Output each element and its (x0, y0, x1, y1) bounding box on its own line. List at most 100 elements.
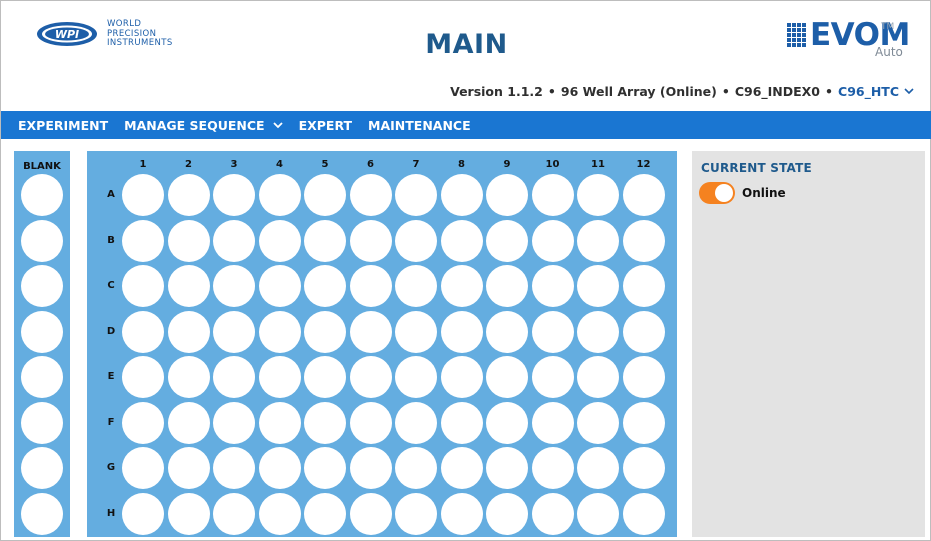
blank-well-F[interactable] (21, 401, 63, 444)
well-F4[interactable] (258, 401, 301, 444)
nav-expert[interactable]: EXPERT (299, 118, 352, 133)
well-C9[interactable] (486, 265, 528, 307)
well-B7[interactable] (395, 219, 437, 262)
well-B5[interactable] (304, 219, 346, 262)
well-H8[interactable] (440, 492, 483, 535)
well-E7[interactable] (395, 356, 437, 398)
well-H6[interactable] (349, 492, 392, 535)
well-A7[interactable] (395, 174, 437, 216)
well-B4[interactable] (258, 219, 301, 262)
well-F1[interactable] (122, 401, 164, 444)
blank-well-B[interactable] (21, 219, 63, 262)
well-D12[interactable] (622, 310, 665, 353)
well-G3[interactable] (213, 447, 255, 489)
well-C4[interactable] (258, 265, 301, 307)
well-C11[interactable] (577, 265, 619, 307)
well-G6[interactable] (349, 447, 392, 489)
nav-manage-sequence[interactable]: MANAGE SEQUENCE (124, 118, 283, 133)
well-F3[interactable] (213, 401, 255, 444)
well-B12[interactable] (622, 219, 665, 262)
well-B9[interactable] (486, 219, 528, 262)
well-G10[interactable] (531, 447, 574, 489)
well-D5[interactable] (304, 310, 346, 353)
well-B3[interactable] (213, 219, 255, 262)
well-D1[interactable] (122, 310, 164, 353)
well-A4[interactable] (258, 174, 301, 216)
well-C5[interactable] (304, 265, 346, 307)
well-A1[interactable] (122, 174, 164, 216)
blank-well-H[interactable] (21, 492, 63, 535)
well-H1[interactable] (122, 492, 164, 535)
well-E1[interactable] (122, 356, 164, 398)
well-F12[interactable] (622, 401, 665, 444)
well-D9[interactable] (486, 310, 528, 353)
well-H10[interactable] (531, 492, 574, 535)
well-C12[interactable] (622, 265, 665, 307)
well-A8[interactable] (440, 174, 483, 216)
well-A12[interactable] (622, 174, 665, 216)
well-A10[interactable] (531, 174, 574, 216)
well-H7[interactable] (395, 492, 437, 535)
well-H12[interactable] (622, 492, 665, 535)
well-A6[interactable] (349, 174, 392, 216)
well-G12[interactable] (622, 447, 665, 489)
well-D8[interactable] (440, 310, 483, 353)
well-D3[interactable] (213, 310, 255, 353)
well-E11[interactable] (577, 356, 619, 398)
well-F8[interactable] (440, 401, 483, 444)
well-G1[interactable] (122, 447, 164, 489)
well-G2[interactable] (167, 447, 210, 489)
well-E8[interactable] (440, 356, 483, 398)
well-C8[interactable] (440, 265, 483, 307)
well-E5[interactable] (304, 356, 346, 398)
well-E3[interactable] (213, 356, 255, 398)
well-H11[interactable] (577, 492, 619, 535)
well-E6[interactable] (349, 356, 392, 398)
well-H5[interactable] (304, 492, 346, 535)
blank-well-D[interactable] (21, 310, 63, 353)
well-F7[interactable] (395, 401, 437, 444)
well-A11[interactable] (577, 174, 619, 216)
well-D7[interactable] (395, 310, 437, 353)
well-F2[interactable] (167, 401, 210, 444)
online-toggle[interactable] (699, 182, 735, 204)
well-F6[interactable] (349, 401, 392, 444)
well-E9[interactable] (486, 356, 528, 398)
well-C6[interactable] (349, 265, 392, 307)
well-A9[interactable] (486, 174, 528, 216)
well-B8[interactable] (440, 219, 483, 262)
well-G7[interactable] (395, 447, 437, 489)
well-A5[interactable] (304, 174, 346, 216)
well-D4[interactable] (258, 310, 301, 353)
well-C2[interactable] (167, 265, 210, 307)
well-E12[interactable] (622, 356, 665, 398)
nav-maintenance[interactable]: MAINTENANCE (368, 118, 471, 133)
blank-well-A[interactable] (21, 174, 63, 216)
device-select[interactable]: C96_HTC (838, 84, 914, 99)
well-A3[interactable] (213, 174, 255, 216)
well-B1[interactable] (122, 219, 164, 262)
well-F5[interactable] (304, 401, 346, 444)
well-H9[interactable] (486, 492, 528, 535)
well-H3[interactable] (213, 492, 255, 535)
blank-well-G[interactable] (21, 447, 63, 489)
well-B6[interactable] (349, 219, 392, 262)
well-D6[interactable] (349, 310, 392, 353)
well-C3[interactable] (213, 265, 255, 307)
blank-well-E[interactable] (21, 356, 63, 398)
well-F9[interactable] (486, 401, 528, 444)
well-C1[interactable] (122, 265, 164, 307)
well-B10[interactable] (531, 219, 574, 262)
well-A2[interactable] (167, 174, 210, 216)
well-F10[interactable] (531, 401, 574, 444)
well-G5[interactable] (304, 447, 346, 489)
well-B11[interactable] (577, 219, 619, 262)
blank-well-C[interactable] (21, 265, 63, 307)
well-G8[interactable] (440, 447, 483, 489)
well-G4[interactable] (258, 447, 301, 489)
well-D11[interactable] (577, 310, 619, 353)
nav-experiment[interactable]: EXPERIMENT (18, 118, 108, 133)
well-E10[interactable] (531, 356, 574, 398)
well-G9[interactable] (486, 447, 528, 489)
well-G11[interactable] (577, 447, 619, 489)
